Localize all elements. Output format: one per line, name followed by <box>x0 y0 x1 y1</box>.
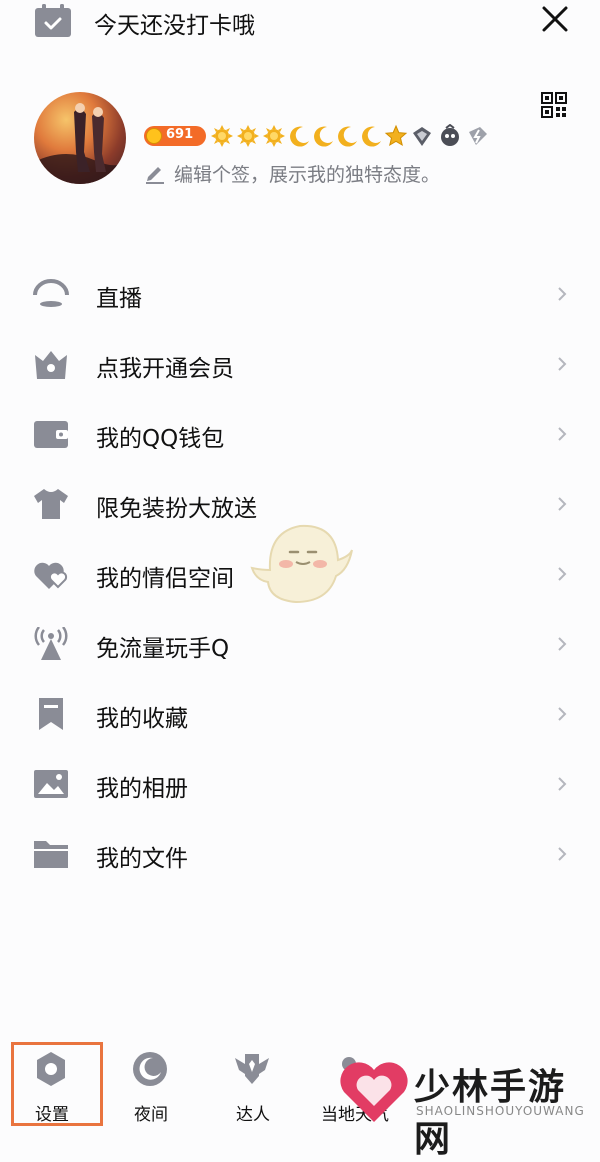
moon-icon <box>290 126 309 147</box>
chevron-right-icon <box>558 287 567 301</box>
chevron-right-icon <box>558 427 567 441</box>
photo-icon <box>34 770 68 798</box>
chevron-right-icon <box>558 567 567 581</box>
night-mode-button[interactable]: 夜间 <box>106 1040 196 1126</box>
moon-icon <box>338 126 357 147</box>
moon-icon <box>362 126 381 147</box>
highlight-annotation <box>11 1042 103 1126</box>
sun-icon <box>263 125 285 147</box>
signal-tower-icon <box>34 627 68 660</box>
menu-item-label: 我的情侣空间 <box>96 566 234 592</box>
star-icon <box>384 124 408 147</box>
menu-item-vip[interactable]: 点我开通会员 <box>0 329 600 399</box>
checkin-prompt[interactable]: 今天还没打卡哦 <box>94 6 255 40</box>
watermark-heart-logo <box>340 1062 408 1122</box>
menu-item-label: 我的相册 <box>96 776 188 802</box>
menu-item-free-data[interactable]: 免流量玩手Q <box>0 609 600 679</box>
top-bar: 今天还没打卡哦 <box>0 0 600 44</box>
chevron-right-icon <box>558 777 567 791</box>
level-pill: 691 <box>144 126 206 146</box>
profile-section: 691 编辑个签，展示我的独特态度。 <box>0 80 600 200</box>
bookmark-icon <box>39 698 63 730</box>
night-mode-label: 夜间 <box>134 1105 168 1125</box>
night-mode-icon <box>133 1052 167 1086</box>
mascot-sticker <box>250 524 353 604</box>
chevron-right-icon <box>558 357 567 371</box>
svip-icon <box>441 124 459 146</box>
chevron-right-icon <box>558 707 567 721</box>
menu-item-live[interactable]: 直播 <box>0 259 600 329</box>
crown-icon <box>35 351 67 379</box>
folder-icon <box>34 841 68 868</box>
qr-code-icon[interactable] <box>541 92 567 118</box>
tshirt-icon <box>34 489 68 519</box>
menu-item-label: 点我开通会员 <box>96 356 234 382</box>
chevron-right-icon <box>558 637 567 651</box>
calendar-check-icon[interactable] <box>34 4 72 38</box>
menu-item-label: 我的QQ钱包 <box>96 426 225 452</box>
speed-icon <box>469 127 487 145</box>
close-icon[interactable] <box>538 2 572 36</box>
menu-item-label: 限免装扮大放送 <box>96 496 257 522</box>
sun-icon <box>211 125 233 147</box>
chevron-right-icon <box>558 847 567 861</box>
menu-item-favorites[interactable]: 我的收藏 <box>0 679 600 749</box>
watermark-subtitle: SHAOLINSHOUYOUWANG <box>416 1104 585 1118</box>
chevron-right-icon <box>558 497 567 511</box>
hearts-icon <box>34 562 68 589</box>
edit-pen-icon <box>146 167 164 184</box>
wallet-icon <box>34 421 68 448</box>
expert-icon <box>235 1054 269 1084</box>
menu-item-album[interactable]: 我的相册 <box>0 749 600 819</box>
menu-item-label: 免流量玩手Q <box>96 636 230 662</box>
sun-icon <box>237 125 259 147</box>
site-watermark: 少林手游网 SHAOLINSHOUYOUWANG <box>336 1052 598 1160</box>
menu-item-wallet[interactable]: 我的QQ钱包 <box>0 399 600 469</box>
vip-icon <box>413 127 431 146</box>
menu-item-label: 直播 <box>96 286 142 312</box>
avatar[interactable] <box>34 92 126 184</box>
live-icon <box>33 279 69 307</box>
menu-item-label: 我的收藏 <box>96 706 188 732</box>
menu-item-label: 我的文件 <box>96 846 188 872</box>
coin-icon <box>146 128 162 144</box>
menu-item-files[interactable]: 我的文件 <box>0 819 600 889</box>
moon-icon <box>314 126 333 147</box>
signature-text: 编辑个签，展示我的独特态度。 <box>174 164 441 186</box>
expert-label: 达人 <box>236 1105 270 1125</box>
level-number: 691 <box>166 127 194 142</box>
expert-button[interactable]: 达人 <box>208 1040 298 1126</box>
